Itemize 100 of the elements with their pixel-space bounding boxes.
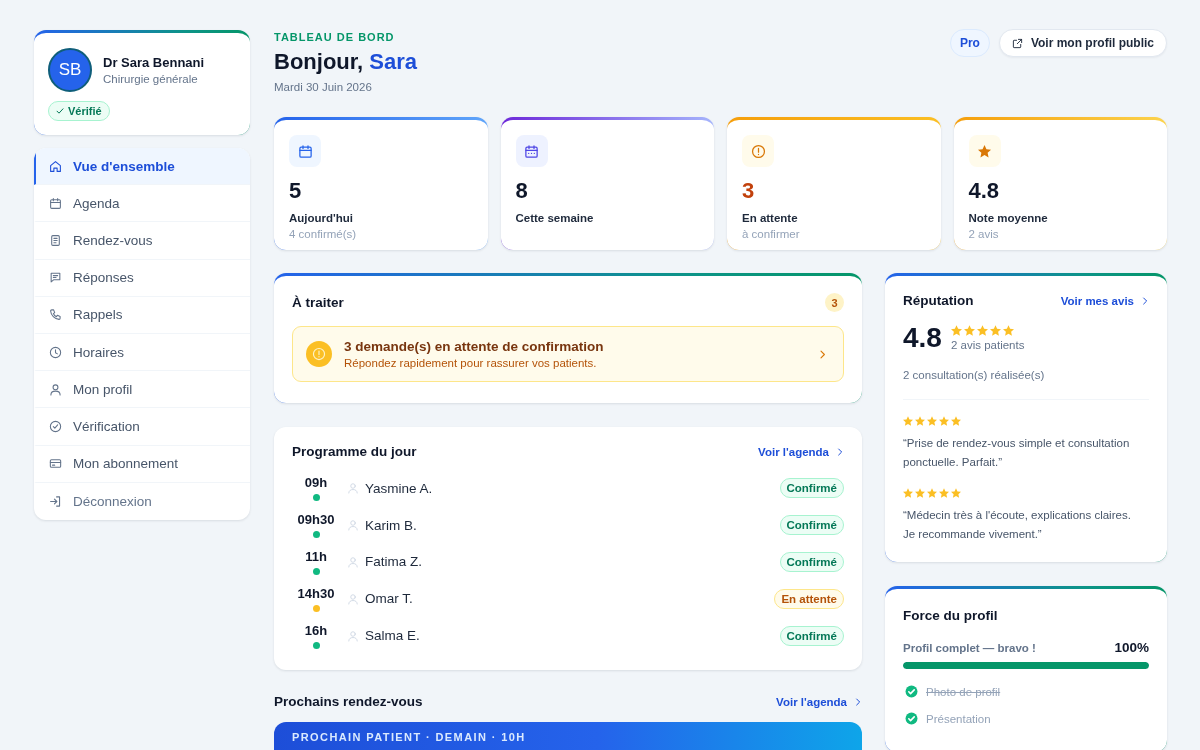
home-icon xyxy=(49,159,62,173)
clock-icon xyxy=(49,345,62,359)
patient-name: Salma E. xyxy=(365,628,420,644)
status-dot xyxy=(312,568,320,575)
nav-item[interactable]: Agenda xyxy=(34,185,250,223)
appointment-time: 14h30 xyxy=(297,585,335,601)
star-icon xyxy=(903,416,913,426)
patient-name: Omar T. xyxy=(365,591,413,607)
stat-value: 8 xyxy=(515,178,529,204)
next-patient-label: PROCHAIN PATIENT · DEMAIN · 10H xyxy=(292,731,527,743)
alert-text: Répondez rapidement pour rassurer vos patients. xyxy=(344,357,598,369)
patient-name: Fatima Z. xyxy=(365,554,422,570)
user-icon xyxy=(347,592,359,605)
progress-percent: 100% xyxy=(1114,640,1149,655)
status-dot xyxy=(312,531,320,539)
date-text: Mardi 30 Juin 2026 xyxy=(274,81,373,93)
star-icon xyxy=(915,416,925,426)
stat-value: 5 xyxy=(289,178,303,204)
nav-item[interactable]: Déconnexion xyxy=(34,482,250,520)
alert-title: 3 demande(s) en attente de confirmation xyxy=(344,339,605,354)
rating-value: 4.8 xyxy=(903,322,942,354)
agenda-link[interactable]: Voir l'agenda xyxy=(776,695,862,708)
nav-item[interactable]: Rendez-vous xyxy=(34,222,250,260)
stat-subtext: 2 avis xyxy=(968,228,1000,240)
reviews-link[interactable]: Voir mes avis xyxy=(1060,294,1149,307)
star-icon xyxy=(950,325,962,336)
alert-icon xyxy=(306,341,332,367)
stat-label: Aujourd'hui xyxy=(289,212,355,224)
greeting-title: Bonjour, Sara xyxy=(274,49,418,75)
nav-item[interactable]: Mon profil xyxy=(34,371,250,409)
status-badge: Confirmé xyxy=(779,552,844,572)
stat-value: 3 xyxy=(742,178,756,204)
stat-value: 4.8 xyxy=(968,178,1001,204)
star-icon xyxy=(951,416,961,426)
status-dot xyxy=(312,494,320,502)
status-dot xyxy=(312,641,320,649)
checklist-item: Photo de profil xyxy=(926,685,1001,698)
nav-item[interactable]: Vérification xyxy=(34,408,250,446)
consultation-count: 2 consultation(s) réalisée(s) xyxy=(903,369,1045,381)
stat-subtext: à confirmer xyxy=(742,228,801,240)
chevron-icon xyxy=(854,696,862,707)
calendar-icon xyxy=(515,135,548,167)
user-icon xyxy=(347,629,359,642)
star-icon xyxy=(1002,325,1014,336)
card-title: Programme du jour xyxy=(292,444,417,459)
user-icon xyxy=(347,556,359,568)
alert-banner[interactable]: 3 demande(s) en attente de confirmation Répondez rapidement pour rassurer vos patients. xyxy=(292,326,844,382)
patient-name: Karim B. xyxy=(365,517,417,533)
nav-item[interactable]: Horaires xyxy=(34,333,250,372)
patient-name: Yasmine A. xyxy=(365,480,433,496)
card-title: Réputation xyxy=(903,293,974,308)
page-eyebrow: TABLEAU DE BORD xyxy=(274,31,396,43)
check-circle-icon xyxy=(49,419,62,433)
star-icon xyxy=(903,488,913,498)
document-icon xyxy=(49,233,62,247)
appointment-time: 11h xyxy=(305,549,327,564)
checklist-item: Présentation xyxy=(926,712,991,725)
nav-item[interactable]: Mon abonnement xyxy=(34,445,250,483)
stat-label: Cette semaine xyxy=(515,212,595,224)
user-icon xyxy=(347,519,359,532)
status-badge: Confirmé xyxy=(779,625,844,646)
agenda-link[interactable]: Voir l'agenda xyxy=(758,445,844,458)
avatar: SB xyxy=(48,48,92,92)
count-badge: 3 xyxy=(825,293,844,312)
user-icon xyxy=(347,482,359,495)
stat-label: En attente xyxy=(742,212,799,224)
star-icon xyxy=(951,488,961,498)
stat-subtext: 4 confirmé(s) xyxy=(289,228,358,240)
star-icon xyxy=(976,325,988,336)
star-icon xyxy=(989,325,1001,336)
nav-item[interactable]: Rappels xyxy=(34,296,250,334)
status-badge: En attente xyxy=(774,588,844,609)
star-icon xyxy=(915,488,925,498)
status-dot xyxy=(312,604,320,612)
progress-label: Profil complet — bravo ! xyxy=(903,641,1036,654)
phone-icon xyxy=(49,308,62,322)
star-icon xyxy=(927,416,937,426)
stat-label: Note moyenne xyxy=(968,212,1049,224)
chevron-icon xyxy=(818,348,827,360)
section-title: Prochains rendez-vous xyxy=(274,694,423,709)
nav-item[interactable]: Réponses xyxy=(34,259,250,297)
calendar-icon xyxy=(289,135,321,167)
card-title: Force du profil xyxy=(903,608,998,623)
review-text: “Prise de rendez-vous simple et consultation ponctuelle. Parfait.” xyxy=(903,436,1131,470)
appointment-time: 09h xyxy=(304,475,328,491)
calendar-icon xyxy=(49,196,62,210)
nav-item[interactable]: Vue d'ensemble xyxy=(34,148,250,186)
appointment-time: 09h30 xyxy=(297,512,335,528)
chat-icon xyxy=(49,271,62,285)
credit-card-icon xyxy=(49,457,62,471)
status-badge: Confirmé xyxy=(779,478,844,499)
plan-badge: Pro xyxy=(949,29,990,57)
public-profile-button[interactable]: Voir mon profil public xyxy=(998,29,1167,57)
alert-icon xyxy=(742,135,774,167)
doctor-specialty: Chirurgie générale xyxy=(103,73,199,85)
chevron-icon xyxy=(836,446,844,457)
user-icon xyxy=(49,382,62,396)
card-title: À traiter xyxy=(292,295,344,310)
check-icon xyxy=(56,107,64,115)
verified-badge: Vérifié xyxy=(48,101,110,121)
